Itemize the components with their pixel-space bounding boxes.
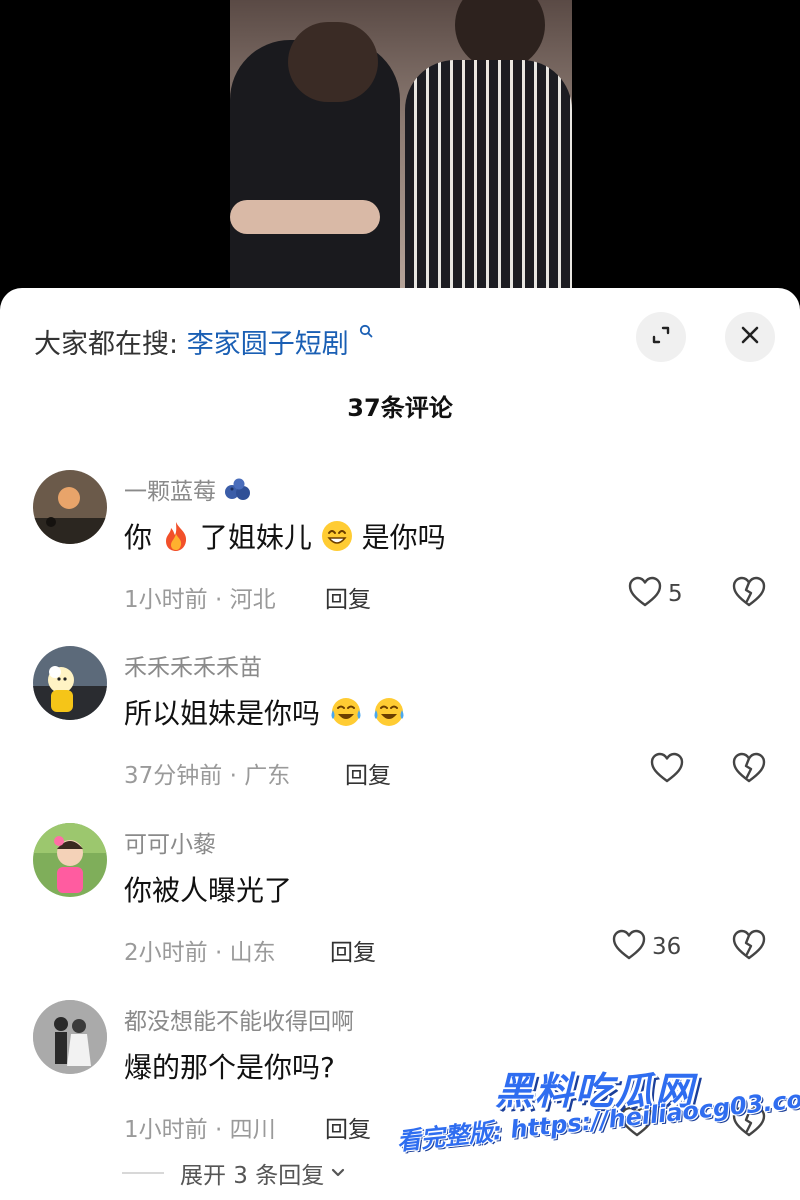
comment-location: 四川 xyxy=(229,1117,276,1143)
chevron-down-icon xyxy=(330,1164,346,1183)
avatar[interactable] xyxy=(33,470,107,544)
reply-button[interactable]: 回复 xyxy=(345,756,391,790)
heart-icon xyxy=(620,1106,654,1142)
heart-icon xyxy=(612,929,646,965)
heart-icon xyxy=(650,752,684,788)
search-suggestion-term[interactable]: 李家圆子短剧 xyxy=(187,329,349,360)
expand-replies-label: 展开 3 条回复 xyxy=(180,1163,325,1189)
blueberry-icon xyxy=(223,478,253,508)
dislike-button[interactable] xyxy=(732,752,766,788)
comment-time: 1小时前 xyxy=(124,587,208,613)
comment-location: 河北 xyxy=(229,587,276,613)
comment-time: 37分钟前 xyxy=(124,763,223,789)
reply-button[interactable]: 回复 xyxy=(325,1110,371,1144)
reply-button[interactable]: 回复 xyxy=(330,933,376,967)
dislike-button[interactable] xyxy=(732,1106,766,1142)
comment-text-part: 是你吗 xyxy=(361,521,446,554)
comment-location: 广东 xyxy=(244,763,291,789)
dislike-button[interactable] xyxy=(732,929,766,965)
broken-heart-icon xyxy=(732,1106,766,1142)
heart-icon xyxy=(628,576,662,612)
comment-sheet: 大家都在搜: 李家圆子短剧 37条评论 一颗蓝莓 你 了姐妹儿 是你吗 1小时前… xyxy=(0,288,800,1200)
tears-of-joy-icon xyxy=(329,696,363,735)
avatar[interactable] xyxy=(33,1000,107,1074)
comment-meta: 1小时前 · 四川 xyxy=(124,1117,276,1143)
expand-replies-button[interactable]: 展开 3 条回复 xyxy=(122,1156,346,1190)
grinning-face-icon xyxy=(321,520,353,559)
comment-item: 可可小藜 你被人曝光了 2小时前 · 山东 回复 36 xyxy=(0,823,800,993)
broken-heart-icon xyxy=(732,576,766,612)
close-button[interactable] xyxy=(725,312,775,362)
reply-button[interactable]: 回复 xyxy=(325,580,371,614)
comment-username[interactable]: 禾禾禾禾禾苗 xyxy=(124,648,262,682)
video-person-right xyxy=(405,60,572,300)
comment-text-part: 所以姐妹是你吗 xyxy=(124,697,321,730)
comment-count: 37 xyxy=(347,394,381,422)
broken-heart-icon xyxy=(732,752,766,788)
search-suggestion[interactable]: 大家都在搜: 李家圆子短剧 xyxy=(34,322,373,361)
comment-username-text: 一颗蓝莓 xyxy=(124,479,216,505)
comment-meta: 1小时前 · 河北 xyxy=(124,587,276,613)
comment-text-part: 你 xyxy=(124,521,153,554)
video-person-arm xyxy=(230,200,380,234)
comment-item: 都没想能不能收得回啊 爆的那个是你吗? 1小时前 · 四川 回复 xyxy=(0,1000,800,1170)
comment-text: 所以姐妹是你吗 xyxy=(124,692,406,735)
comment-text: 爆的那个是你吗? xyxy=(124,1051,335,1084)
comment-username[interactable]: 可可小藜 xyxy=(124,825,216,859)
like-count: 36 xyxy=(652,934,682,960)
search-icon xyxy=(359,322,373,343)
video-person-left xyxy=(230,22,400,300)
fire-icon xyxy=(161,520,191,559)
video-frame xyxy=(230,0,572,300)
comment-meta: 2小时前 · 山东 xyxy=(124,940,276,966)
video-person-left-head xyxy=(288,22,378,102)
like-button[interactable] xyxy=(620,1106,660,1142)
expand-icon xyxy=(649,323,673,351)
expand-replies-divider xyxy=(122,1172,164,1174)
comment-text-part: 了姐妹儿 xyxy=(199,521,312,554)
comment-time: 1小时前 xyxy=(124,1117,208,1143)
avatar[interactable] xyxy=(33,646,107,720)
video-player[interactable] xyxy=(0,0,800,300)
dislike-button[interactable] xyxy=(732,576,766,612)
like-button[interactable]: 36 xyxy=(612,929,681,965)
comment-username[interactable]: 一颗蓝莓 xyxy=(124,472,253,508)
tears-of-joy-icon xyxy=(372,696,406,735)
like-button[interactable] xyxy=(650,752,690,788)
comment-item: 一颗蓝莓 你 了姐妹儿 是你吗 1小时前 · 河北 回复 5 xyxy=(0,470,800,640)
comment-text: 你 了姐妹儿 是你吗 xyxy=(124,516,446,559)
avatar[interactable] xyxy=(33,823,107,897)
comment-item: 禾禾禾禾禾苗 所以姐妹是你吗 37分钟前 · 广东 回复 xyxy=(0,646,800,816)
comment-count-label: 条评论 xyxy=(380,394,453,422)
like-button[interactable]: 5 xyxy=(628,576,683,612)
comment-username[interactable]: 都没想能不能收得回啊 xyxy=(124,1002,354,1036)
comment-location: 山东 xyxy=(229,940,276,966)
comment-meta: 37分钟前 · 广东 xyxy=(124,763,291,789)
broken-heart-icon xyxy=(732,929,766,965)
expand-button[interactable] xyxy=(636,312,686,362)
comment-time: 2小时前 xyxy=(124,940,208,966)
close-icon xyxy=(738,323,762,351)
like-count: 5 xyxy=(668,581,683,607)
comment-count-title: 37条评论 xyxy=(0,388,800,423)
comment-text: 你被人曝光了 xyxy=(124,874,293,907)
search-suggestion-prefix: 大家都在搜: xyxy=(34,329,179,360)
